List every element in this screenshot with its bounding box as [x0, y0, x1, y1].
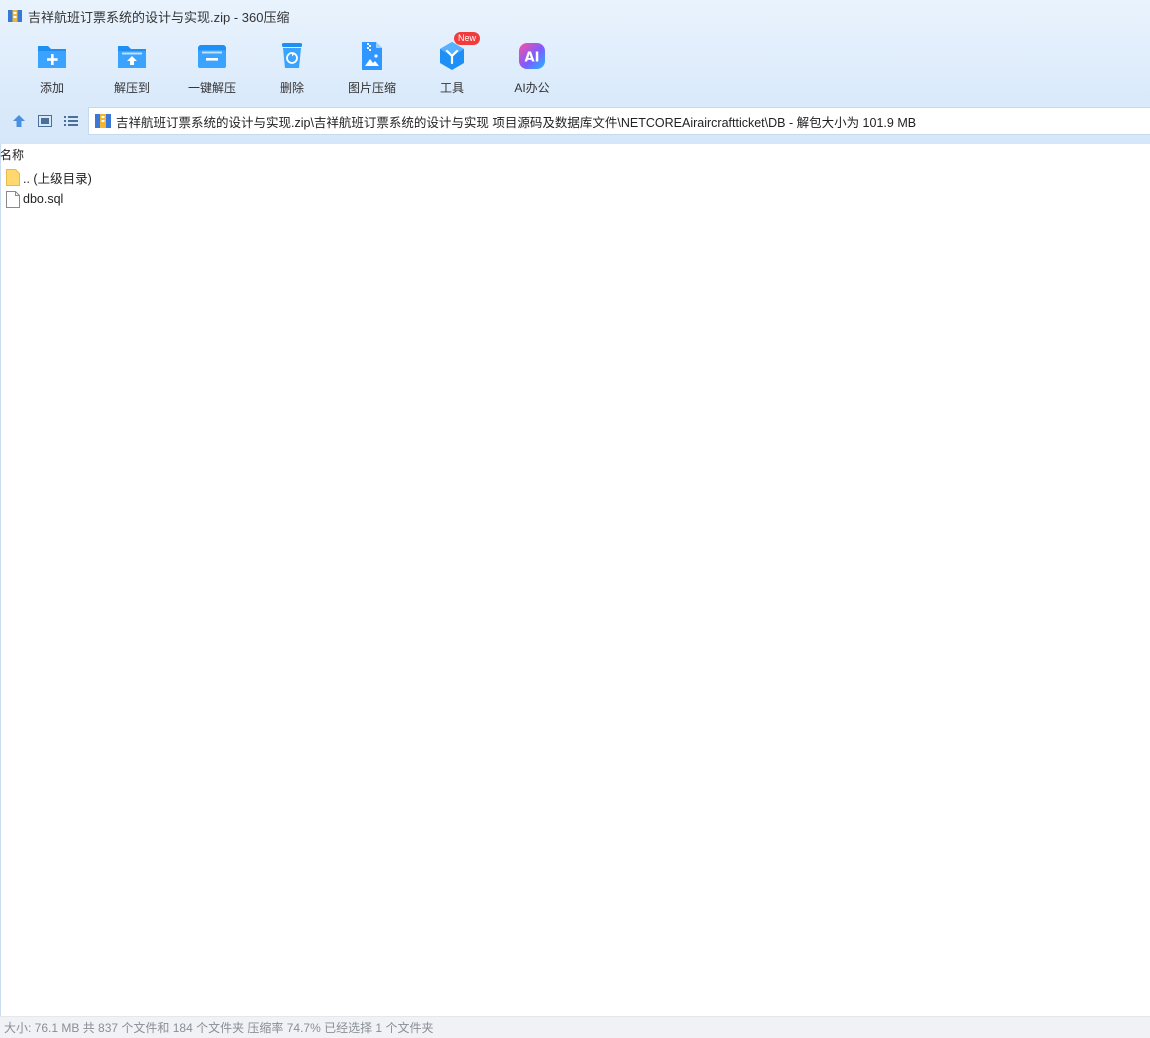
column-header-name[interactable]: 名称	[0, 146, 24, 164]
svg-text:AI: AI	[525, 51, 540, 66]
up-level-button[interactable]	[6, 106, 32, 136]
window-header: 吉祥航班订票系统的设计与实现.zip - 360压缩 添加 解压到 一键解压 删…	[0, 0, 1150, 144]
list-item-parent-directory[interactable]: .. (上级目录)	[0, 166, 1150, 188]
thumbnail-view-icon	[38, 115, 52, 127]
delete-button[interactable]: 删除	[252, 38, 332, 98]
arrow-up-icon	[13, 115, 25, 127]
recycle-bin-icon	[276, 40, 308, 72]
image-compress-icon	[356, 40, 388, 72]
folder-icon	[6, 168, 20, 186]
status-text: 大小: 76.1 MB 共 837 个文件和 184 个文件夹 压缩率 74.7…	[4, 1021, 434, 1035]
thumbnail-view-button[interactable]	[32, 106, 58, 136]
one-click-extract-icon	[196, 40, 228, 72]
address-row: 吉祥航班订票系统的设计与实现.zip\吉祥航班订票系统的设计与实现 项目源码及数…	[0, 106, 1150, 136]
add-button[interactable]: 添加	[12, 38, 92, 98]
one-click-extract-button[interactable]: 一键解压	[172, 38, 252, 98]
list-item-file[interactable]: dbo.sql	[0, 188, 1150, 210]
ai-office-button[interactable]: AI AI办公	[492, 38, 572, 98]
file-icon	[6, 190, 20, 208]
list-view-button[interactable]	[58, 106, 84, 136]
list-view-icon	[64, 116, 78, 126]
address-path: 吉祥航班订票系统的设计与实现.zip\吉祥航班订票系统的设计与实现 项目源码及数…	[116, 115, 917, 130]
archive-app-icon	[7, 8, 23, 24]
extract-to-button[interactable]: 解压到	[92, 38, 172, 98]
extract-to-icon	[116, 40, 148, 72]
toolbar: 添加 解压到 一键解压 删除 图片压缩 New 工具 AI AI办公	[12, 32, 572, 98]
pane-border	[0, 144, 1, 1016]
add-folder-icon	[36, 40, 68, 72]
ai-office-icon: AI	[516, 40, 548, 72]
status-bar: 大小: 76.1 MB 共 837 个文件和 184 个文件夹 压缩率 74.7…	[0, 1016, 1150, 1038]
address-bar[interactable]: 吉祥航班订票系统的设计与实现.zip\吉祥航班订票系统的设计与实现 项目源码及数…	[88, 107, 1150, 135]
tools-button[interactable]: New 工具	[412, 32, 492, 98]
archive-icon	[95, 114, 111, 128]
title-bar: 吉祥航班订票系统的设计与实现.zip - 360压缩	[0, 0, 1150, 32]
window-title: 吉祥航班订票系统的设计与实现.zip - 360压缩	[28, 9, 290, 25]
new-badge: New	[454, 32, 481, 45]
image-compress-button[interactable]: 图片压缩	[332, 38, 412, 98]
file-list: .. (上级目录) dbo.sql	[0, 166, 1150, 210]
